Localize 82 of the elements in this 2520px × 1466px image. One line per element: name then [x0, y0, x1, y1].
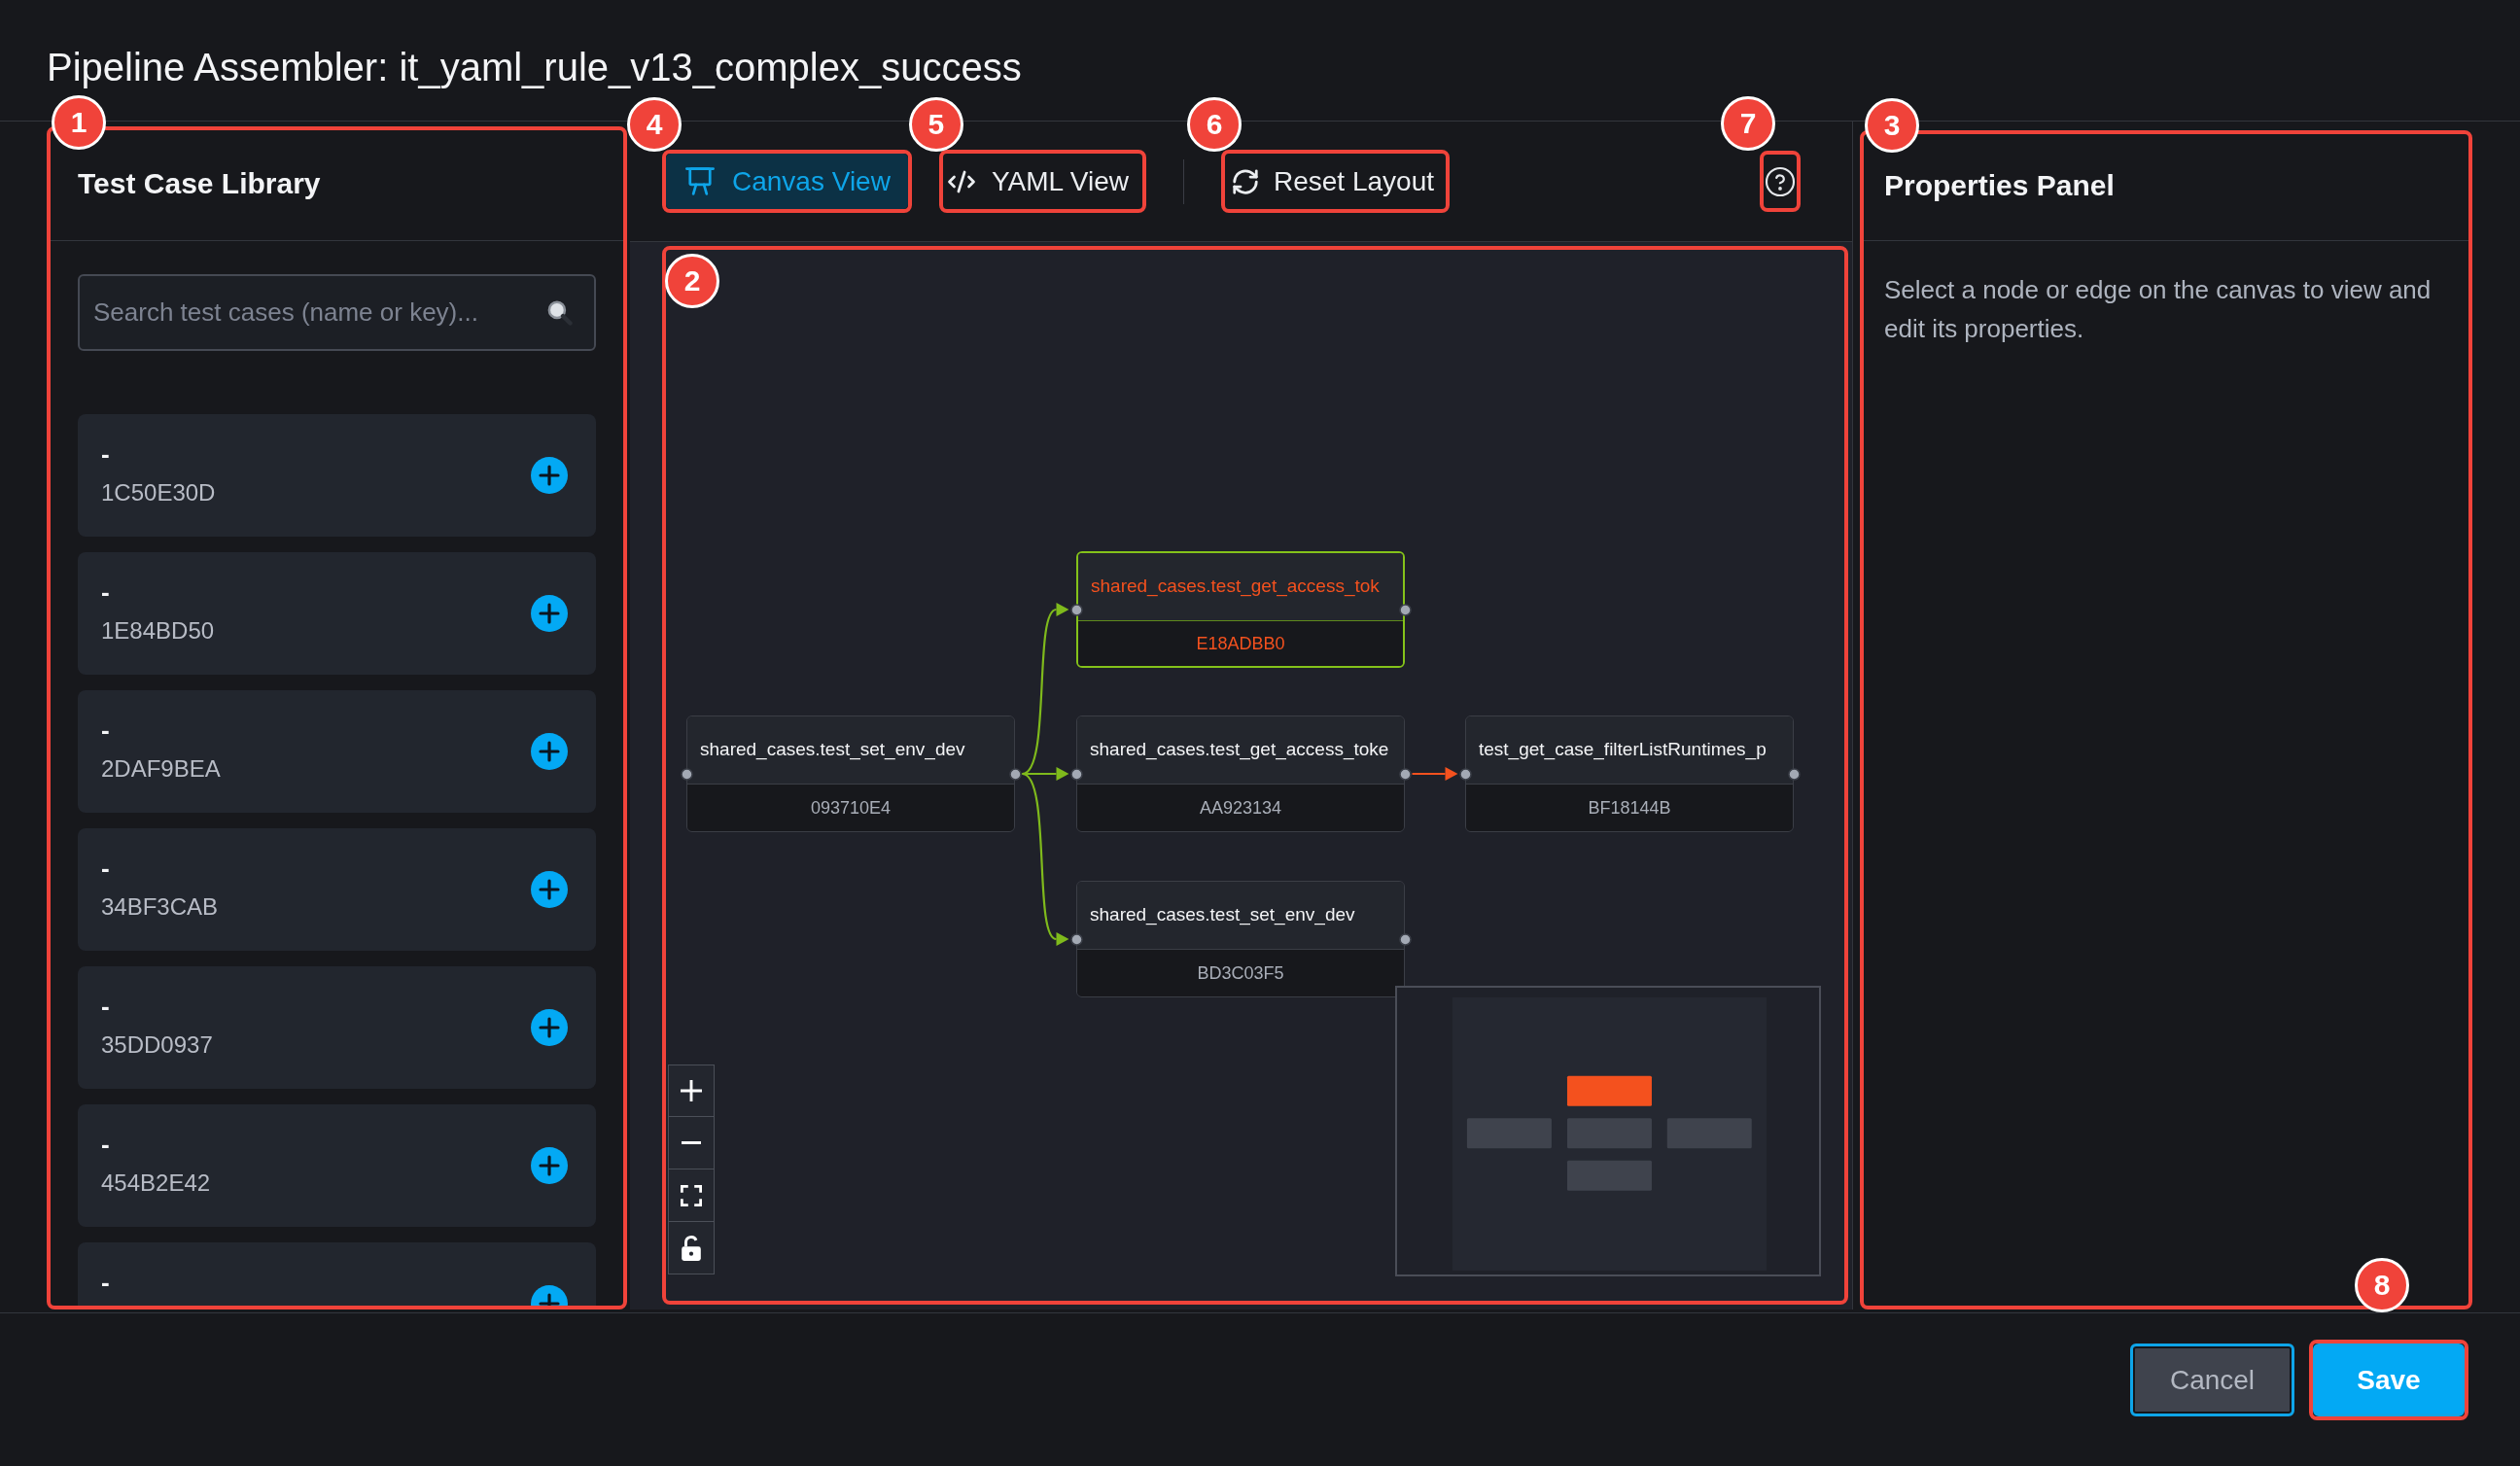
test-case-card[interactable]: - 34BF3CAB	[78, 828, 596, 951]
port-dot-icon[interactable]	[1398, 767, 1412, 781]
test-case-name: -	[101, 1268, 110, 1297]
node-key: BD3C03F5	[1077, 949, 1404, 996]
test-case-card[interactable]: - 35DD0937	[78, 966, 596, 1089]
number-marker: 4	[627, 97, 682, 152]
node-title: shared_cases.test_get_access_toke	[1077, 716, 1404, 784]
plus-circle-icon[interactable]	[531, 871, 568, 908]
test-case-name: -	[101, 716, 111, 745]
test-case-name: -	[101, 577, 111, 607]
node-title: shared_cases.test_set_env_dev	[687, 716, 1014, 784]
test-case-key: 35DD0937	[101, 1030, 213, 1060]
node-title: shared_cases.test_set_env_dev	[1077, 882, 1404, 949]
number-marker: 3	[1865, 98, 1919, 153]
test-case-key: 2DAF9BEA	[101, 754, 221, 784]
highlight-frame	[1760, 151, 1801, 212]
pipeline-node[interactable]: shared_cases.test_get_access_tok E18ADBB0	[1076, 551, 1405, 668]
plus-icon	[681, 1080, 702, 1101]
node-key: E18ADBB0	[1078, 620, 1403, 666]
window-title: Pipeline Assembler: it_yaml_rule_v13_complex_success	[47, 45, 1022, 90]
number-marker: 2	[665, 254, 719, 308]
test-case-key: 34BF3CAB	[101, 892, 219, 922]
fit-view-button[interactable]	[668, 1169, 715, 1222]
pipeline-node[interactable]: test_get_case_filterListRuntimes_p BF18144B	[1465, 716, 1794, 832]
port-dot-icon[interactable]	[1069, 603, 1083, 616]
number-marker: 6	[1187, 97, 1242, 152]
number-marker: 7	[1721, 96, 1775, 151]
port-dot-icon[interactable]	[1398, 603, 1412, 616]
search-icon	[547, 299, 573, 326]
test-case-key: 1C50E30D	[101, 478, 216, 507]
panel-title: Test Case Library	[78, 166, 321, 201]
port-dot-icon[interactable]	[1069, 767, 1083, 781]
minus-icon	[681, 1141, 702, 1144]
number-marker: 5	[908, 97, 963, 152]
port-dot-icon[interactable]	[1398, 932, 1412, 946]
test-case-card[interactable]: - 2DAF9BEA	[78, 690, 596, 813]
zoom-in-button[interactable]	[668, 1065, 715, 1117]
pipeline-node[interactable]: shared_cases.test_get_access_toke AA923134	[1076, 716, 1405, 832]
test-case-card[interactable]: - 1C50E30D	[78, 414, 596, 537]
test-case-card[interactable]: - 1E84BD50	[78, 552, 596, 675]
pipeline-node[interactable]: shared_cases.test_set_env_dev 093710E4	[686, 716, 1015, 832]
port-dot-icon[interactable]	[1787, 767, 1801, 781]
search-field[interactable]: Search test cases (name or key)...	[78, 274, 596, 351]
empty-state-message: Select a node or edge on the canvas to view and edit its properties.	[1884, 274, 2432, 345]
test-case-name: -	[101, 439, 111, 469]
node-key: BF18144B	[1466, 784, 1793, 831]
test-case-name: -	[101, 1130, 111, 1159]
port-dot-icon[interactable]	[680, 767, 693, 781]
reset-layout-button[interactable]: Reset Layout	[1225, 154, 1446, 209]
search-input[interactable]: Search test cases (name or key)...	[93, 294, 538, 332]
test-case-name: -	[101, 992, 111, 1021]
refresh-icon	[1231, 166, 1260, 196]
plus-circle-icon[interactable]	[531, 1009, 568, 1046]
help-icon	[1765, 165, 1796, 197]
number-marker: 8	[2355, 1258, 2409, 1312]
pipeline-node[interactable]: shared_cases.test_set_env_dev BD3C03F5	[1076, 881, 1405, 997]
test-case-card[interactable]: - 454B2E42	[78, 1104, 596, 1227]
zoom-out-button[interactable]	[668, 1117, 715, 1169]
lock-button[interactable]	[668, 1222, 715, 1274]
node-title: shared_cases.test_get_access_tok	[1078, 553, 1403, 620]
plus-circle-icon[interactable]	[531, 733, 568, 770]
plus-circle-icon[interactable]	[531, 1147, 568, 1184]
view-tab[interactable]: Canvas View	[666, 154, 908, 209]
plus-circle-icon[interactable]	[531, 457, 568, 494]
port-dot-icon[interactable]	[1458, 767, 1472, 781]
test-case-key: 1E84BD50	[101, 616, 215, 646]
test-case-key: 454B2E42	[101, 1169, 211, 1198]
node-title: test_get_case_filterListRuntimes_p	[1466, 716, 1793, 784]
view-tab[interactable]: YAML View	[942, 154, 1142, 209]
easel-icon	[685, 167, 715, 195]
test-case-name: -	[101, 854, 111, 883]
padlock-icon	[682, 1235, 701, 1261]
corner-brackets-icon	[681, 1184, 702, 1206]
port-dot-icon[interactable]	[1069, 932, 1083, 946]
node-key: AA923134	[1077, 784, 1404, 831]
plus-circle-icon[interactable]	[531, 595, 568, 632]
minimap[interactable]	[1395, 986, 1821, 1276]
panel-title: Properties Panel	[1884, 168, 2115, 203]
node-key: 093710E4	[687, 784, 1014, 831]
port-dot-icon[interactable]	[1008, 767, 1022, 781]
number-marker: 1	[52, 95, 106, 150]
cancel-button[interactable]: Cancel	[2130, 1344, 2294, 1416]
